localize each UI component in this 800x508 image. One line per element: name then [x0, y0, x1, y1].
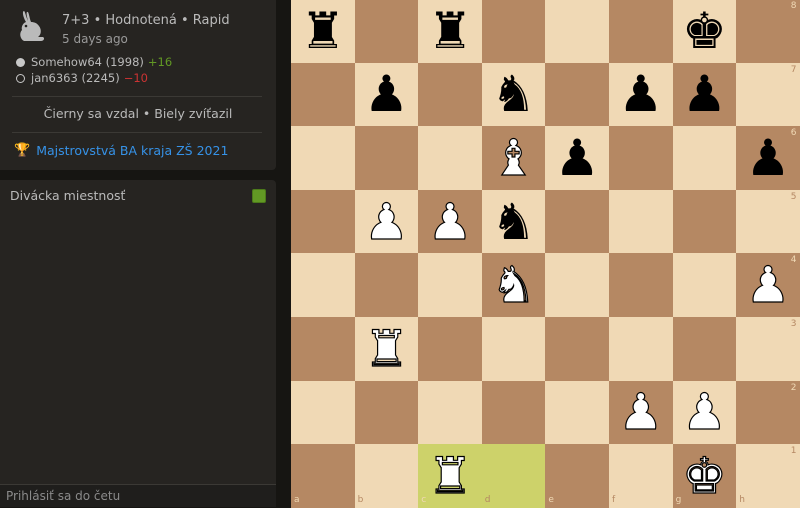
square-e5[interactable]	[545, 189, 609, 254]
square-b2[interactable]	[354, 380, 419, 445]
chat-title: Divácka miestnosť	[10, 188, 126, 203]
square-b1[interactable]	[354, 444, 419, 508]
square-a1[interactable]	[291, 444, 355, 508]
tournament-name[interactable]: Majstrovstvá BA kraja ZŠ 2021	[36, 143, 228, 158]
square-f3[interactable]	[609, 317, 673, 381]
player-white-rating-diff: +16	[147, 55, 173, 69]
square-f6[interactable]	[609, 126, 673, 190]
player-black: jan6363 (2245) −10	[16, 70, 172, 86]
black-dot-icon	[16, 73, 25, 83]
black-knight-d7[interactable]: ♞	[482, 63, 546, 127]
file-label: a	[294, 494, 300, 505]
square-d1[interactable]	[481, 444, 546, 508]
file-label: b	[357, 494, 364, 505]
rabbit-icon	[20, 11, 45, 41]
tournament-link[interactable]: 🏆 Majstrovstvá BA kraja ZŠ 2021	[14, 143, 228, 158]
square-b8[interactable]	[354, 0, 419, 63]
square-f1[interactable]	[609, 444, 673, 508]
chat-panel: Divácka miestnosť	[0, 180, 276, 507]
rank-label: 1	[790, 446, 797, 457]
white-pawn-g2[interactable]: ♟	[673, 381, 737, 445]
file-label: f	[612, 494, 616, 505]
square-a5[interactable]	[291, 189, 355, 254]
square-c6[interactable]	[418, 126, 482, 190]
player-white: Somehow64 (1998) +16	[16, 54, 172, 70]
black-pawn-b7[interactable]: ♟	[355, 63, 419, 127]
black-pawn-h6[interactable]: ♟	[736, 126, 800, 190]
chess-board[interactable]: 8 7 6 5 4 3 2 a b c d e f g 1 h ♜ ♜ ♚ ♟ ♞ ♟ ♟ ♝ ♟ ♟ ♟ ♟ ♞ ♞ ♟ ♜ ♟ ♟ ♜ ♚	[291, 0, 800, 508]
players-list: Somehow64 (1998) +16 jan6363 (2245) −10	[16, 54, 172, 86]
square-a6[interactable]	[291, 126, 355, 190]
square-g5[interactable]	[672, 189, 737, 254]
game-header: 7+3 • Hodnotená • Rapid 5 days ago	[14, 8, 230, 48]
white-knight-d4[interactable]: ♞	[482, 253, 546, 317]
square-d8[interactable]	[481, 0, 546, 63]
black-pawn-g7[interactable]: ♟	[673, 63, 737, 127]
square-f4[interactable]	[609, 253, 673, 317]
white-pawn-b5[interactable]: ♟	[355, 190, 419, 254]
white-pawn-f2[interactable]: ♟	[609, 381, 673, 445]
square-g6[interactable]	[672, 126, 737, 190]
rank-label: 3	[790, 319, 797, 329]
square-d3[interactable]	[481, 317, 546, 381]
chat-input-container	[0, 484, 276, 507]
white-rook-c1[interactable]: ♜	[418, 444, 482, 508]
square-a4[interactable]	[291, 253, 355, 317]
square-f8[interactable]	[609, 0, 673, 63]
square-e3[interactable]	[545, 317, 609, 381]
square-b6[interactable]	[354, 126, 419, 190]
rank-label: 8	[790, 1, 797, 11]
game-info-panel: 7+3 • Hodnotená • Rapid 5 days ago Someh…	[0, 0, 276, 170]
square-e8[interactable]	[545, 0, 609, 63]
square-g4[interactable]	[672, 253, 737, 317]
square-c2[interactable]	[418, 380, 482, 445]
file-label: h	[739, 494, 745, 505]
file-label: e	[548, 494, 554, 505]
left-sidebar: 7+3 • Hodnotená • Rapid 5 days ago Someh…	[0, 0, 282, 507]
square-e1[interactable]	[545, 444, 609, 508]
square-b4[interactable]	[354, 253, 419, 317]
divider	[12, 132, 262, 133]
rank-label: 7	[790, 64, 797, 75]
square-g3[interactable]	[672, 317, 737, 381]
black-pawn-e6[interactable]: ♟	[545, 126, 609, 190]
game-result: Čierny sa vzdal • Biely zvíťazil	[43, 106, 233, 121]
square-a7[interactable]	[291, 62, 355, 127]
game-setup: 7+3 • Hodnotená • Rapid	[62, 13, 230, 28]
square-e7[interactable]	[545, 62, 609, 127]
square-d2[interactable]	[481, 380, 546, 445]
black-rook-c8[interactable]: ♜	[418, 0, 482, 63]
white-king-g1[interactable]: ♚	[673, 444, 737, 508]
divider	[12, 96, 262, 97]
game-date: 5 days ago	[62, 32, 128, 46]
square-a2[interactable]	[291, 380, 355, 445]
square-e4[interactable]	[545, 253, 609, 317]
player-white-name[interactable]: Somehow64 (1998)	[31, 54, 144, 70]
rank-label: 5	[790, 191, 797, 202]
player-black-name[interactable]: jan6363 (2245)	[31, 70, 120, 86]
white-pawn-c5[interactable]: ♟	[418, 190, 482, 254]
square-c7[interactable]	[418, 62, 482, 127]
rank-label: 2	[790, 382, 797, 393]
chat-toggle[interactable]	[252, 189, 266, 203]
white-bishop-d6[interactable]: ♝	[482, 126, 546, 190]
white-pawn-h4[interactable]: ♟	[736, 253, 800, 317]
square-c4[interactable]	[418, 253, 482, 317]
black-king-g8[interactable]: ♚	[673, 0, 737, 63]
white-dot-icon	[16, 57, 25, 67]
file-label: d	[484, 494, 491, 505]
trophy-icon: 🏆	[14, 143, 31, 158]
square-a3[interactable]	[291, 317, 355, 381]
white-rook-b3[interactable]: ♜	[355, 317, 419, 381]
square-f5[interactable]	[609, 189, 673, 254]
square-c3[interactable]	[418, 317, 482, 381]
black-pawn-f7[interactable]: ♟	[609, 63, 673, 127]
square-e2[interactable]	[545, 380, 609, 445]
chat-input[interactable]	[0, 485, 276, 507]
player-black-rating-diff: −10	[123, 71, 148, 85]
black-knight-d5[interactable]: ♞	[482, 190, 546, 254]
black-rook-a8[interactable]: ♜	[291, 0, 355, 63]
